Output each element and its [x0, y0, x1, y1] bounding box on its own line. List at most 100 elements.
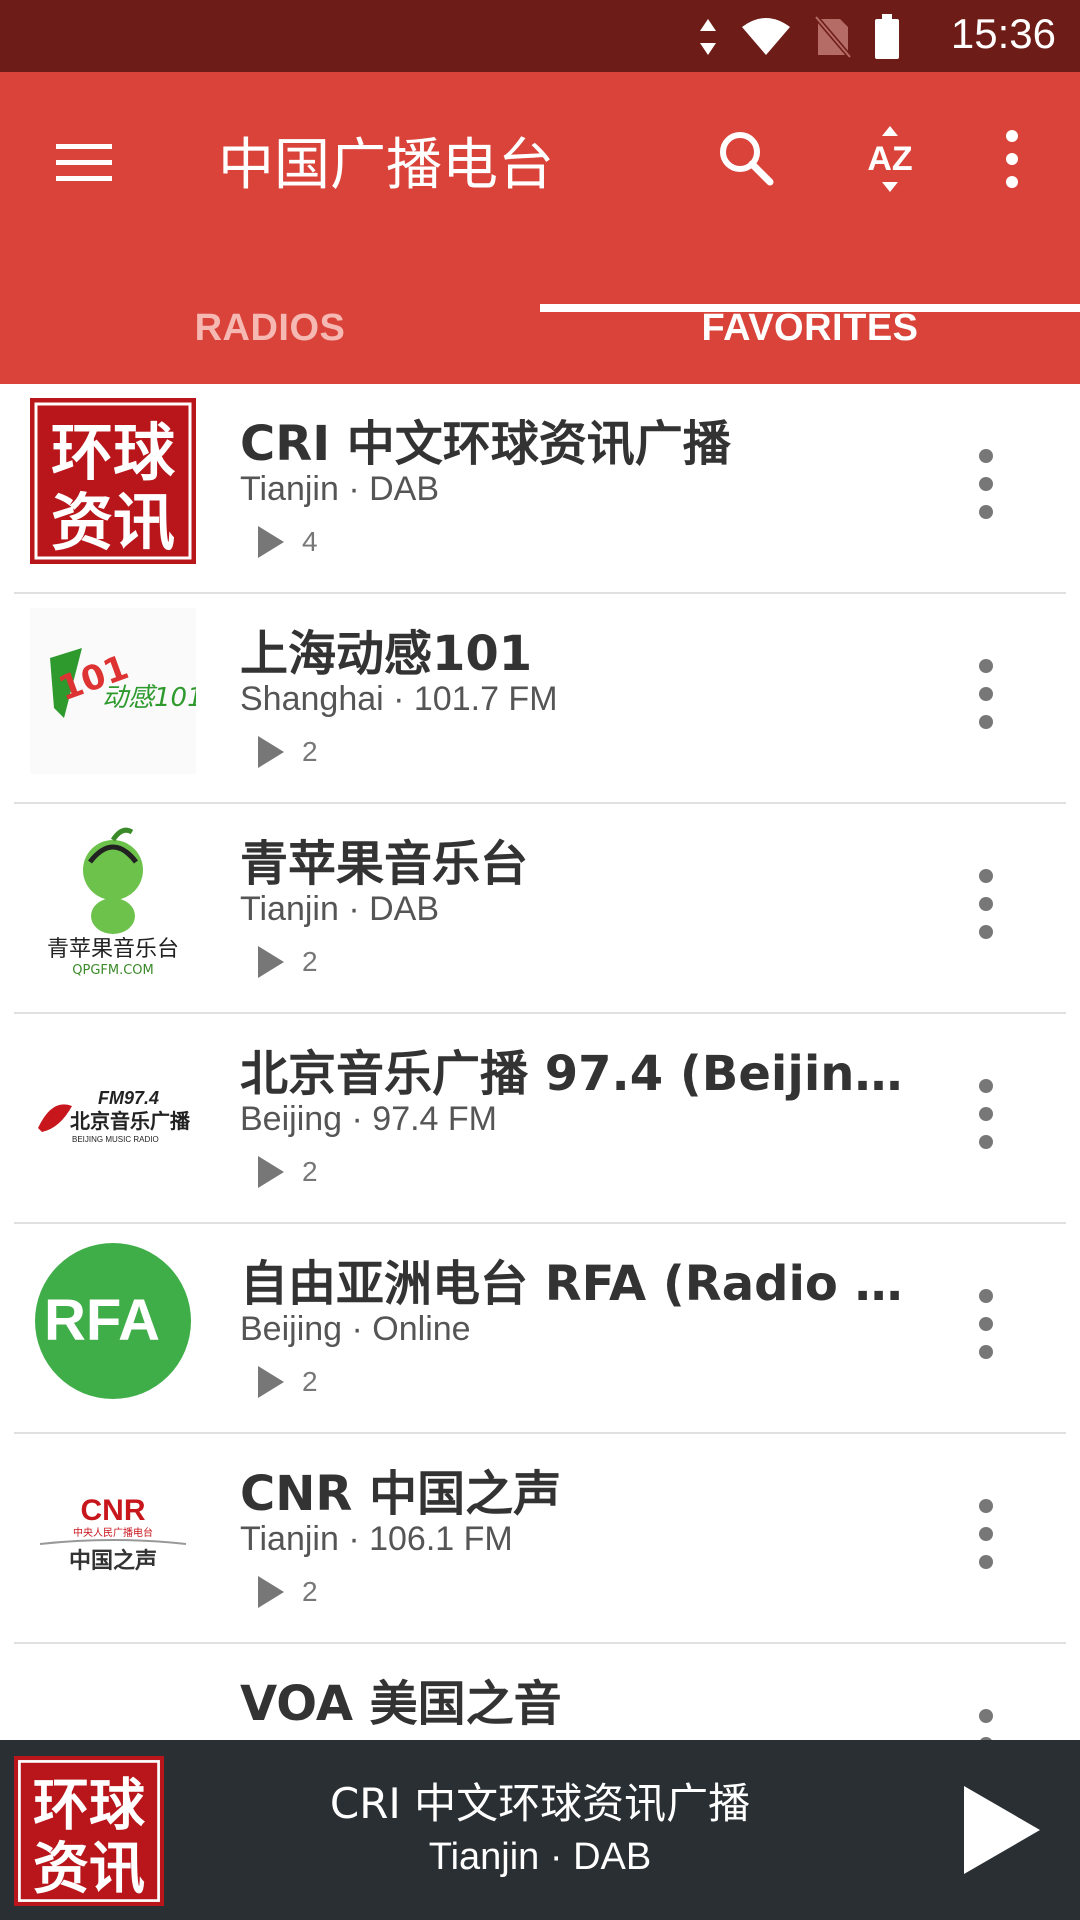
play-count-value: 2: [302, 1156, 318, 1187]
station-location: Beijing · 97.4 FM: [240, 1100, 497, 1138]
station-location: Beijing · Online: [240, 1310, 471, 1348]
play-count: 2: [256, 1364, 318, 1400]
play-count-icon: [258, 946, 284, 978]
station-list: 环球 资讯 CRI 中文环球资讯广播 Tianjin · DAB 4 101 动…: [0, 384, 1080, 1740]
more-vert-icon: [1006, 130, 1018, 188]
search-icon: [720, 132, 774, 186]
status-bar: 15:36: [0, 0, 1080, 72]
play-count-value: 2: [302, 1576, 318, 1607]
item-menu-button[interactable]: [966, 1284, 1006, 1364]
tab-radios[interactable]: RADIOS: [0, 272, 540, 384]
svg-text:中央人民广播电台: 中央人民广播电台: [73, 1526, 153, 1539]
data-transfer-icon: [700, 19, 716, 55]
now-playing-title: CRI 中文环球资讯广播: [329, 1779, 751, 1828]
station-location: Tianjin · DAB: [240, 470, 440, 508]
play-count-icon: [258, 1366, 284, 1398]
now-playing-logo: 环球 资讯: [14, 1756, 164, 1906]
more-vert-icon: [979, 449, 993, 519]
play-count-value: 2: [302, 1366, 318, 1397]
play-count-value: 4: [302, 526, 318, 557]
list-item[interactable]: 101 动感101 上海动感101 Shanghai · 101.7 FM 2: [0, 594, 1080, 804]
more-vert-icon: [979, 869, 993, 939]
more-vert-icon: [979, 1499, 993, 1569]
sort-az-icon: AZ: [867, 126, 913, 192]
svg-text:CNR: CNR: [81, 1494, 146, 1527]
item-menu-button[interactable]: [966, 444, 1006, 524]
svg-text:中国之声: 中国之声: [69, 1548, 157, 1574]
play-icon: [964, 1786, 1040, 1874]
play-count-icon: [258, 736, 284, 768]
overflow-menu-button[interactable]: [990, 124, 1034, 194]
station-location: Tianjin · 106.1 FM: [240, 1520, 513, 1558]
station-name: CNR 中国之声: [240, 1466, 562, 1522]
svg-text:BEIJING MUSIC RADIO: BEIJING MUSIC RADIO: [72, 1135, 159, 1144]
svg-text:环球: 环球: [51, 416, 176, 489]
station-logo: 青苹果音乐台 QPGFM.COM: [30, 818, 196, 984]
status-icons: [698, 14, 900, 60]
item-menu-button[interactable]: [966, 1704, 1006, 1740]
play-button[interactable]: [960, 1782, 1044, 1878]
app-title: 中国广播电台: [218, 133, 554, 198]
play-count-icon: [258, 1576, 284, 1608]
svg-text:资讯: 资讯: [33, 1837, 145, 1902]
svg-text:青苹果音乐台: 青苹果音乐台: [47, 937, 179, 962]
list-item[interactable]: 环球 资讯 CRI 中文环球资讯广播 Tianjin · DAB 4: [0, 384, 1080, 594]
station-logo: 环球 资讯: [30, 398, 196, 564]
tab-indicator: [540, 304, 1080, 312]
item-menu-button[interactable]: [966, 654, 1006, 734]
station-name: VOA 美国之音: [240, 1676, 562, 1732]
station-location: Shanghai · 101.7 FM: [240, 680, 558, 718]
svg-text:RFA: RFA: [44, 1288, 160, 1353]
station-name: 北京音乐广播 97.4 (Beijing …: [240, 1046, 910, 1102]
search-button[interactable]: [712, 124, 782, 194]
now-playing-location: Tianjin · DAB: [428, 1836, 652, 1878]
more-vert-icon: [979, 1079, 993, 1149]
svg-text:FM97.4: FM97.4: [98, 1088, 159, 1108]
sort-az-button[interactable]: AZ: [855, 124, 925, 194]
menu-button[interactable]: [54, 132, 114, 192]
station-logo: FM97.4 北京音乐广播 BEIJING MUSIC RADIO: [30, 1028, 196, 1194]
list-item[interactable]: CNR 中央人民广播电台 中国之声 CNR 中国之声 Tianjin · 106…: [0, 1434, 1080, 1644]
play-count-icon: [258, 1156, 284, 1188]
status-time: 15:36: [950, 10, 1056, 57]
more-vert-icon: [979, 1289, 993, 1359]
now-playing-bar[interactable]: 环球 资讯 CRI 中文环球资讯广播 Tianjin · DAB: [0, 1740, 1080, 1920]
station-name: CRI 中文环球资讯广播: [240, 416, 731, 472]
play-count: 2: [256, 944, 318, 980]
play-count: 2: [256, 734, 318, 770]
play-count: 2: [256, 1154, 318, 1190]
list-item[interactable]: RFA 自由亚洲电台 RFA (Radio Fr… Beijing · Onli…: [0, 1224, 1080, 1434]
no-sim-icon: [814, 15, 852, 59]
hamburger-icon: [56, 144, 112, 181]
station-location: Tianjin · DAB: [240, 890, 440, 928]
svg-text:AZ: AZ: [867, 140, 912, 178]
list-item[interactable]: 青苹果音乐台 QPGFM.COM 青苹果音乐台 Tianjin · DAB 2: [0, 804, 1080, 1014]
list-item[interactable]: VOA VOA 美国之音: [0, 1644, 1080, 1740]
item-menu-button[interactable]: [966, 1494, 1006, 1574]
play-count-icon: [258, 526, 284, 558]
list-item[interactable]: FM97.4 北京音乐广播 BEIJING MUSIC RADIO 北京音乐广播…: [0, 1014, 1080, 1224]
svg-text:QPGFM.COM: QPGFM.COM: [72, 963, 154, 978]
station-logo: 101 动感101: [30, 608, 196, 774]
play-count: 2: [256, 1574, 318, 1610]
more-vert-icon: [979, 1709, 993, 1740]
svg-text:资讯: 资讯: [51, 486, 175, 559]
station-logo: CNR 中央人民广播电台 中国之声: [30, 1448, 196, 1614]
wifi-icon: [742, 18, 790, 55]
station-name: 自由亚洲电台 RFA (Radio Fr…: [240, 1256, 910, 1312]
tab-bar: RADIOS FAVORITES: [0, 272, 1080, 384]
play-count: 4: [256, 524, 318, 560]
station-name: 青苹果音乐台: [240, 836, 529, 892]
item-menu-button[interactable]: [966, 1074, 1006, 1154]
station-logo: RFA: [30, 1238, 196, 1404]
svg-text:北京音乐广播: 北京音乐广播: [70, 1109, 191, 1133]
play-count-value: 2: [302, 946, 318, 977]
more-vert-icon: [979, 659, 993, 729]
station-logo: VOA: [30, 1658, 196, 1740]
tab-favorites[interactable]: FAVORITES: [540, 272, 1080, 384]
battery-icon: [875, 14, 899, 59]
play-count-value: 2: [302, 736, 318, 767]
svg-text:动感101: 动感101: [102, 683, 196, 713]
item-menu-button[interactable]: [966, 864, 1006, 944]
svg-text:环球: 环球: [33, 1774, 146, 1839]
